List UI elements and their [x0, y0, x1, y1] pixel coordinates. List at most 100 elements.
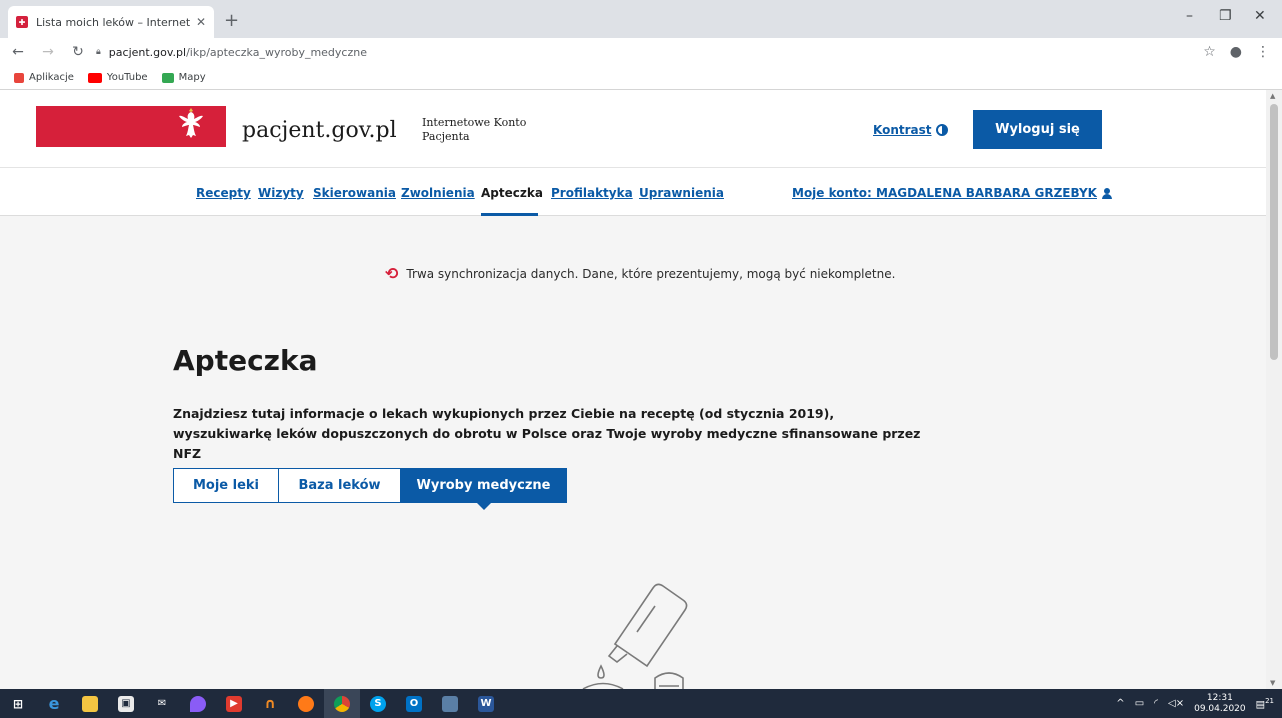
taskbar-chrome[interactable] — [324, 689, 360, 718]
menu-kebab-icon[interactable]: ⋮ — [1256, 44, 1270, 60]
main-navigation: Recepty Wizyty Skierowania Zwolnienia Ap… — [0, 168, 1266, 216]
taskbar-maps[interactable] — [180, 689, 216, 718]
bookmark-label: Aplikacje — [29, 72, 74, 83]
windows-logo-icon: ⊞ — [12, 696, 24, 711]
page-title: Apteczka — [173, 344, 318, 377]
scroll-down-icon[interactable]: ▼ — [1270, 679, 1275, 687]
contrast-label: Kontrast — [873, 123, 932, 137]
scrollbar-thumb[interactable] — [1270, 104, 1278, 360]
nav-item-recepty[interactable]: Recepty — [196, 186, 251, 200]
sync-icon: ⟲ — [385, 264, 399, 283]
bookmark-star-icon[interactable]: ☆ — [1203, 44, 1216, 60]
tab-moje-leki[interactable]: Moje leki — [173, 468, 279, 503]
tab-baza-lekow[interactable]: Baza leków — [279, 468, 401, 503]
headset-icon: ∩ — [264, 695, 276, 712]
file-explorer-icon — [82, 695, 98, 712]
taskbar-app-red[interactable]: ▶ — [216, 689, 252, 718]
network-icon[interactable]: ◜ — [1154, 698, 1158, 709]
edge-icon: e — [48, 694, 60, 713]
lock-icon: 🔒︎ — [96, 47, 101, 57]
profile-icon[interactable]: ● — [1230, 44, 1242, 60]
medicine-bottle-illustration-icon — [582, 583, 688, 689]
section-tabs: Moje leki Baza leków Wyroby medyczne — [173, 468, 567, 510]
clock-time: 12:31 — [1206, 692, 1233, 703]
volume-icon[interactable]: ◁× — [1168, 698, 1184, 709]
account-label: Moje konto: MAGDALENA BARBARA GRZEBYK — [792, 186, 1097, 200]
bookmark-label: YouTube — [106, 72, 148, 83]
back-icon[interactable]: ← — [6, 44, 30, 60]
web-page: pacjent.gov.pl Internetowe Konto Pacjent… — [0, 90, 1266, 689]
user-icon — [1101, 187, 1112, 199]
bookmark-mapy[interactable]: Mapy — [161, 72, 206, 83]
windows-taskbar: ⊞ e ▣ ✉ ▶ ∩ S O W ^ ▭ ◜ ◁× 12:31 09.04.2… — [0, 689, 1282, 718]
firefox-icon — [298, 695, 314, 712]
bookmark-aplikacje[interactable]: Aplikacje — [14, 72, 74, 83]
page-description: Znajdziesz tutaj informacje o lekach wyk… — [173, 406, 921, 461]
browser-tab-title: Lista moich leków – Internetowe — [36, 15, 190, 29]
taskbar-photos[interactable] — [432, 689, 468, 718]
restore-icon[interactable]: ❐ — [1219, 8, 1232, 24]
site-header: pacjent.gov.pl Internetowe Konto Pacjent… — [0, 90, 1266, 168]
browser-tab[interactable]: ✚ Lista moich leków – Internetowe ✕ — [8, 6, 214, 38]
sync-message: Trwa synchronizacja danych. Dane, które … — [406, 266, 896, 281]
nav-item-apteczka[interactable]: Apteczka — [481, 186, 543, 200]
taskbar-skype[interactable]: S — [360, 689, 396, 718]
youtube-icon — [87, 72, 102, 83]
chrome-icon — [334, 695, 350, 712]
url-host: pacjent.gov.pl — [108, 45, 187, 59]
page-scrollbar[interactable]: ▲ ▼ — [1266, 90, 1282, 689]
ikp-line-1: Internetowe Konto — [422, 116, 527, 129]
word-icon: W — [478, 695, 494, 712]
browser-tabstrip: ✚ Lista moich leków – Internetowe ✕ + – … — [0, 0, 1282, 38]
notification-center-icon[interactable]: ▤21 — [1256, 697, 1274, 710]
close-tab-icon[interactable]: ✕ — [196, 15, 206, 29]
nav-item-wizyty[interactable]: Wizyty — [258, 186, 304, 200]
bookmark-youtube[interactable]: YouTube — [87, 72, 148, 83]
contrast-icon — [935, 124, 948, 136]
ikp-label: Internetowe Konto Pacjenta — [422, 116, 552, 144]
taskbar-explorer[interactable] — [72, 689, 108, 718]
taskbar-firefox[interactable] — [288, 689, 324, 718]
minimize-icon[interactable]: – — [1186, 8, 1193, 24]
nav-item-skierowania[interactable]: Skierowania — [313, 186, 396, 200]
skype-icon: S — [370, 695, 386, 712]
taskbar-edge[interactable]: e — [36, 689, 72, 718]
map-pin-icon — [190, 695, 206, 712]
nav-item-uprawnienia[interactable]: Uprawnienia — [639, 186, 724, 200]
taskbar-mail[interactable]: ✉ — [144, 689, 180, 718]
taskbar-outlook[interactable]: O — [396, 689, 432, 718]
logout-button[interactable]: Wyloguj się — [973, 110, 1102, 149]
start-button[interactable]: ⊞ — [0, 689, 36, 718]
bookmark-label: Mapy — [178, 72, 206, 83]
tab-wyroby-medyczne[interactable]: Wyroby medyczne — [401, 468, 567, 510]
taskbar-store[interactable]: ▣ — [108, 689, 144, 718]
mail-icon: ✉ — [157, 698, 167, 709]
browser-toolbar: ← → ↻ 🔒︎ pacjent.gov.pl/ikp/apteczka_wyr… — [0, 38, 1282, 66]
battery-icon[interactable]: ▭ — [1135, 698, 1144, 709]
system-tray: ^ ▭ ◜ ◁× 12:31 09.04.2020 ▤21 — [1116, 689, 1274, 718]
tray-chevron-icon[interactable]: ^ — [1116, 698, 1124, 709]
reload-icon[interactable]: ↻ — [66, 44, 90, 60]
nav-item-profilaktyka[interactable]: Profilaktyka — [551, 186, 633, 200]
apps-grid-icon — [14, 72, 24, 83]
sync-notice: ⟲ Trwa synchronizacja danych. Dane, któr… — [385, 264, 895, 283]
ikp-line-2: Pacjenta — [422, 130, 470, 143]
window-close-icon[interactable]: ✕ — [1254, 8, 1266, 24]
url-path: /ikp/apteczka_wyroby_medyczne — [186, 45, 367, 59]
site-favicon-icon: ✚ — [16, 16, 28, 28]
media-app-icon: ▶ — [226, 695, 242, 712]
clock-date: 09.04.2020 — [1194, 703, 1246, 714]
nav-item-zwolnienia[interactable]: Zwolnienia — [401, 186, 475, 200]
site-logo-text[interactable]: pacjent.gov.pl — [242, 118, 397, 143]
contrast-toggle[interactable]: Kontrast — [873, 123, 948, 137]
polish-eagle-icon — [179, 108, 203, 138]
forward-icon[interactable]: → — [36, 44, 60, 60]
photos-icon — [442, 695, 458, 712]
taskbar-word[interactable]: W — [468, 689, 504, 718]
system-clock[interactable]: 12:31 09.04.2020 — [1194, 693, 1246, 715]
new-tab-icon[interactable]: + — [224, 10, 239, 31]
address-bar[interactable]: 🔒︎ pacjent.gov.pl/ikp/apteczka_wyroby_me… — [96, 40, 367, 64]
scroll-up-icon[interactable]: ▲ — [1270, 92, 1275, 100]
taskbar-app-orange[interactable]: ∩ — [252, 689, 288, 718]
account-link[interactable]: Moje konto: MAGDALENA BARBARA GRZEBYK — [792, 186, 1112, 200]
